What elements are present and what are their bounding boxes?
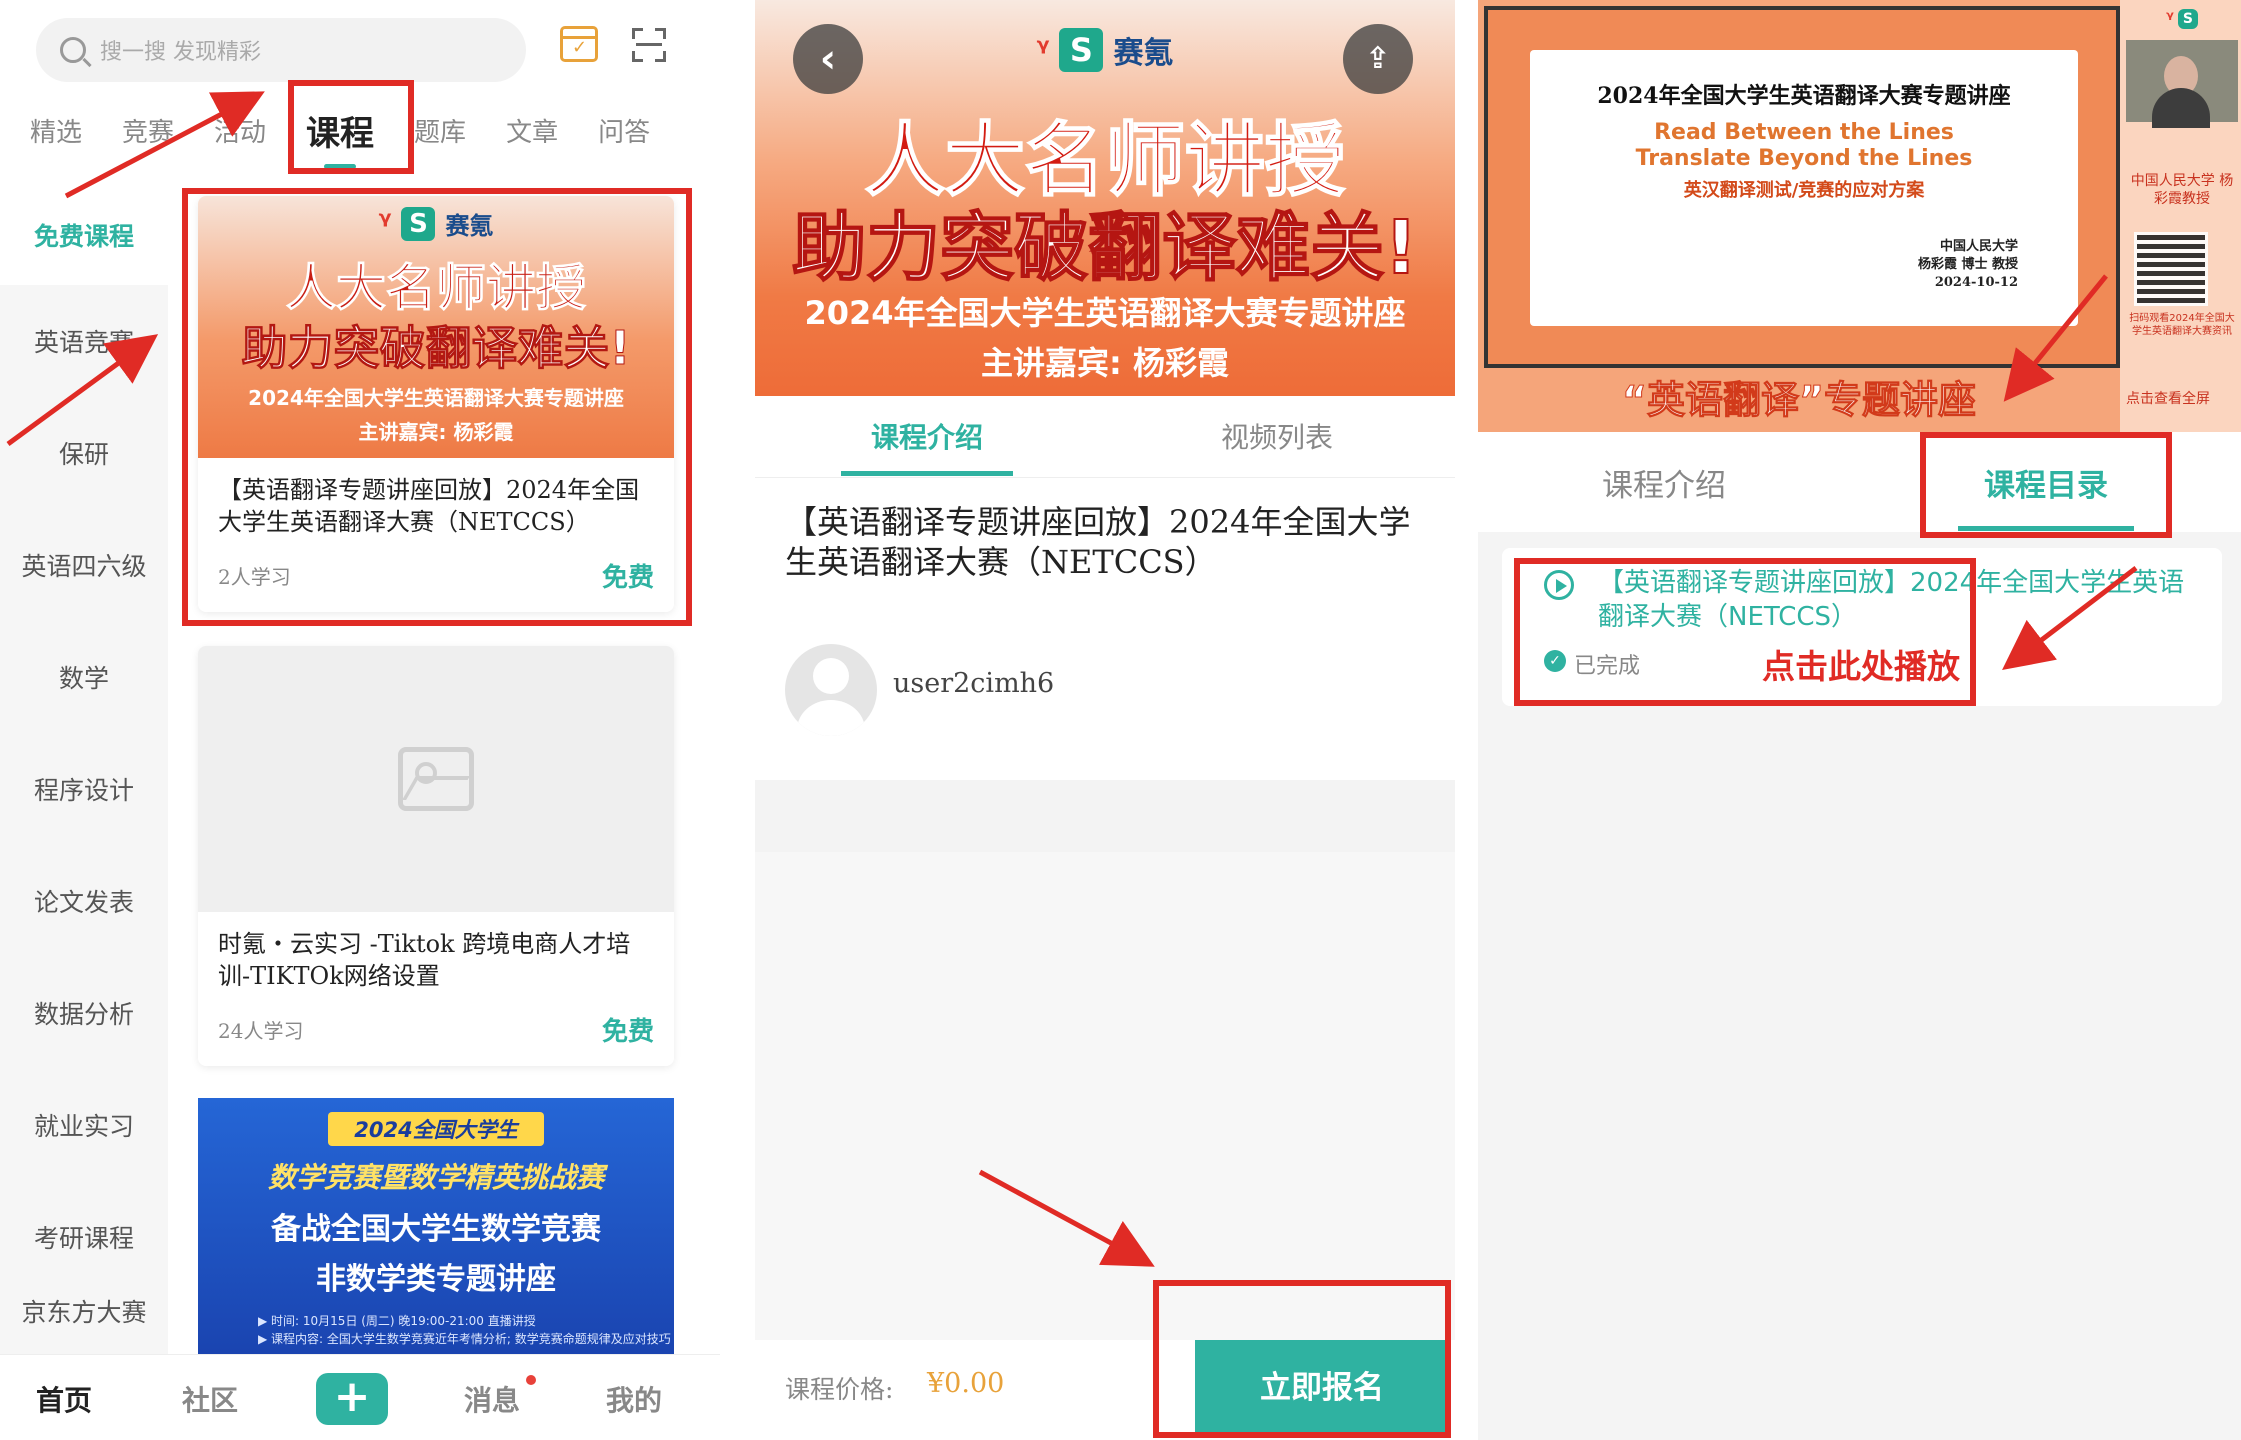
nav-me[interactable]: 我的 bbox=[606, 1379, 662, 1419]
tab-activity[interactable]: 活动 bbox=[214, 112, 266, 149]
sidebar-item-free-courses[interactable]: 免费课程 bbox=[0, 185, 168, 285]
banner-detail-time: ▶ 时间: 10月15日 (周二) 晚19:00-21:00 直播讲授 bbox=[258, 1314, 536, 1328]
price-label: 课程价格: bbox=[785, 1375, 894, 1404]
sidebar-item-math[interactable]: 数学 bbox=[0, 621, 168, 733]
speaker-caption: 中国人民大学 杨彩霞教授 bbox=[2130, 173, 2234, 207]
qr-caption: 扫码观看2024年全国大学生英语翻译大赛资讯 bbox=[2129, 313, 2235, 337]
checkin-calendar-icon[interactable] bbox=[560, 26, 598, 62]
speaker-camera bbox=[2126, 40, 2238, 128]
search-placeholder: 搜一搜 发现精彩 bbox=[100, 40, 261, 65]
sidebar-item-cet[interactable]: 英语四六级 bbox=[0, 509, 168, 621]
video-banner: “英语翻译”专题讲座 bbox=[1622, 378, 1977, 423]
sidebar-item-english-competition[interactable]: 英语竞赛 bbox=[0, 285, 168, 397]
highlight-box-catalog-item bbox=[1514, 558, 1976, 706]
slide-chinese-subtitle: 英汉翻译测试/竞赛的应对方案 bbox=[1683, 180, 1925, 201]
learner-count: 24人学习 bbox=[218, 1019, 304, 1043]
sidebar-item-data-analysis[interactable]: 数据分析 bbox=[0, 957, 168, 1069]
highlight-box-enroll bbox=[1153, 1280, 1451, 1438]
banner-headline: 数学竞赛暨数学精英挑战赛 bbox=[267, 1161, 604, 1194]
banner-subheadline-2: 非数学类专题讲座 bbox=[316, 1262, 556, 1297]
tab-course-intro[interactable]: 课程介绍 bbox=[840, 416, 1014, 476]
course-list-screen: 搜一搜 发现精彩 精选 竞赛 活动 课程 题库 文章 问答 免费课程 英语竞赛 … bbox=[0, 0, 720, 1440]
slide-title: 2024年全国大学生英语翻译大赛专题讲座 bbox=[1597, 83, 2011, 109]
banner-tag: 2024全国大学生 bbox=[328, 1112, 544, 1146]
brand-logo: ᵞ S 赛氪 bbox=[755, 28, 1455, 72]
banner-subheadline: 备战全国大学生数学竞赛 bbox=[271, 1212, 601, 1247]
sidebar-item-paper[interactable]: 论文发表 bbox=[0, 845, 168, 957]
tab-question-bank[interactable]: 题库 bbox=[414, 112, 466, 149]
slide-english-1: Read Between the Lines bbox=[1654, 120, 1954, 145]
category-sidebar: 免费课程 英语竞赛 保研 英语四六级 数学 程序设计 论文发表 数据分析 就业实… bbox=[0, 185, 168, 1355]
hero-subheadline: 助力突破翻译难关! bbox=[791, 204, 1419, 292]
sidebar-item-kaoyan[interactable]: 考研课程 bbox=[0, 1181, 168, 1293]
scan-icon[interactable] bbox=[632, 28, 666, 62]
video-player[interactable]: 2024年全国大学生英语翻译大赛专题讲座 Read Between the Li… bbox=[1478, 0, 2241, 432]
course-title: 时氪・云实习 -Tiktok 跨境电商人才培训-TIKTOk网络设置 bbox=[218, 930, 631, 990]
tab-featured[interactable]: 精选 bbox=[30, 112, 82, 149]
tab-qa[interactable]: 问答 bbox=[598, 112, 650, 149]
hero-event: 2024年全国大学生英语翻译大赛专题讲座 bbox=[804, 294, 1406, 332]
nav-community[interactable]: 社区 bbox=[182, 1379, 238, 1419]
highlight-box-course-card bbox=[182, 188, 692, 626]
content-area bbox=[755, 852, 1455, 1340]
lecture-slide: 2024年全国大学生英语翻译大赛专题讲座 Read Between the Li… bbox=[1530, 50, 2078, 326]
slide-english-2: Translate Beyond the Lines bbox=[1635, 146, 1973, 171]
highlight-box-catalog-tab bbox=[1920, 432, 2172, 538]
bottom-nav: 首页 社区 + 消息 我的 bbox=[0, 1354, 720, 1440]
tab-video-list[interactable]: 视频列表 bbox=[1221, 416, 1333, 456]
course-hero-banner: ‹ ⇪ ᵞ S 赛氪 人大名师讲授 助力突破翻译难关! 2024年全国大学生英语… bbox=[755, 0, 1455, 396]
sidebar-item-boe[interactable]: 京东方大赛 bbox=[0, 1293, 168, 1353]
search-input[interactable]: 搜一搜 发现精彩 bbox=[36, 18, 526, 82]
sidebar-item-internship[interactable]: 就业实习 bbox=[0, 1069, 168, 1181]
unread-dot bbox=[526, 1375, 536, 1385]
sidebar-item-programming[interactable]: 程序设计 bbox=[0, 733, 168, 845]
course-info: 【英语翻译专题讲座回放】2024年全国大学生英语翻译大赛（NETCCS） use… bbox=[755, 478, 1455, 780]
course-detail-screen: ‹ ⇪ ᵞ S 赛氪 人大名师讲授 助力突破翻译难关! 2024年全国大学生英语… bbox=[755, 0, 1455, 1440]
tab-course-intro[interactable]: 课程介绍 bbox=[1602, 460, 1726, 505]
course-card[interactable]: 时氪・云实习 -Tiktok 跨境电商人才培训-TIKTOk网络设置 24人学习… bbox=[198, 646, 674, 1066]
price-value: ¥0.00 bbox=[927, 1368, 1005, 1399]
tab-articles[interactable]: 文章 bbox=[506, 112, 558, 149]
user-avatar[interactable] bbox=[785, 644, 877, 736]
hero-speaker: 主讲嘉宾: 杨彩霞 bbox=[981, 344, 1229, 382]
detail-tabs: 课程介绍 视频列表 bbox=[755, 396, 1455, 478]
nav-messages[interactable]: 消息 bbox=[464, 1379, 520, 1419]
username[interactable]: user2cimh6 bbox=[893, 668, 1054, 699]
course-title: 【英语翻译专题讲座回放】2024年全国大学生英语翻译大赛（NETCCS） bbox=[785, 503, 1411, 581]
free-badge: 免费 bbox=[601, 1017, 654, 1047]
highlight-box-courses-tab bbox=[288, 80, 414, 174]
nav-home[interactable]: 首页 bbox=[36, 1379, 92, 1419]
slide-signature: 中国人民大学 杨彩霞 博士 教授 2024-10-12 bbox=[1917, 239, 2018, 290]
banner-detail-content: ▶ 课程内容: 全国大学生数学竞赛近年考情分析; 数学竞赛命题规律及应对技巧 bbox=[258, 1332, 671, 1346]
fullscreen-link[interactable]: 点击查看全屏 bbox=[2126, 388, 2210, 408]
course-player-screen: 2024年全国大学生英语翻译大赛专题讲座 Read Between the Li… bbox=[1478, 0, 2241, 1440]
math-course-banner[interactable]: 2024全国大学生 数学竞赛暨数学精英挑战赛 备战全国大学生数学竞赛 非数学类专… bbox=[198, 1098, 674, 1354]
qr-code-icon bbox=[2134, 232, 2208, 306]
create-plus-button[interactable]: + bbox=[316, 1373, 388, 1425]
sidebar-item-postgrad-recommend[interactable]: 保研 bbox=[0, 397, 168, 509]
image-placeholder bbox=[198, 646, 674, 912]
tab-competition[interactable]: 竞赛 bbox=[122, 112, 174, 149]
brand-logo: ᵞ S bbox=[2126, 8, 2238, 29]
image-icon bbox=[398, 747, 474, 811]
search-icon bbox=[60, 37, 86, 63]
lecture-slide-frame: 2024年全国大学生英语翻译大赛专题讲座 Read Between the Li… bbox=[1484, 6, 2120, 368]
